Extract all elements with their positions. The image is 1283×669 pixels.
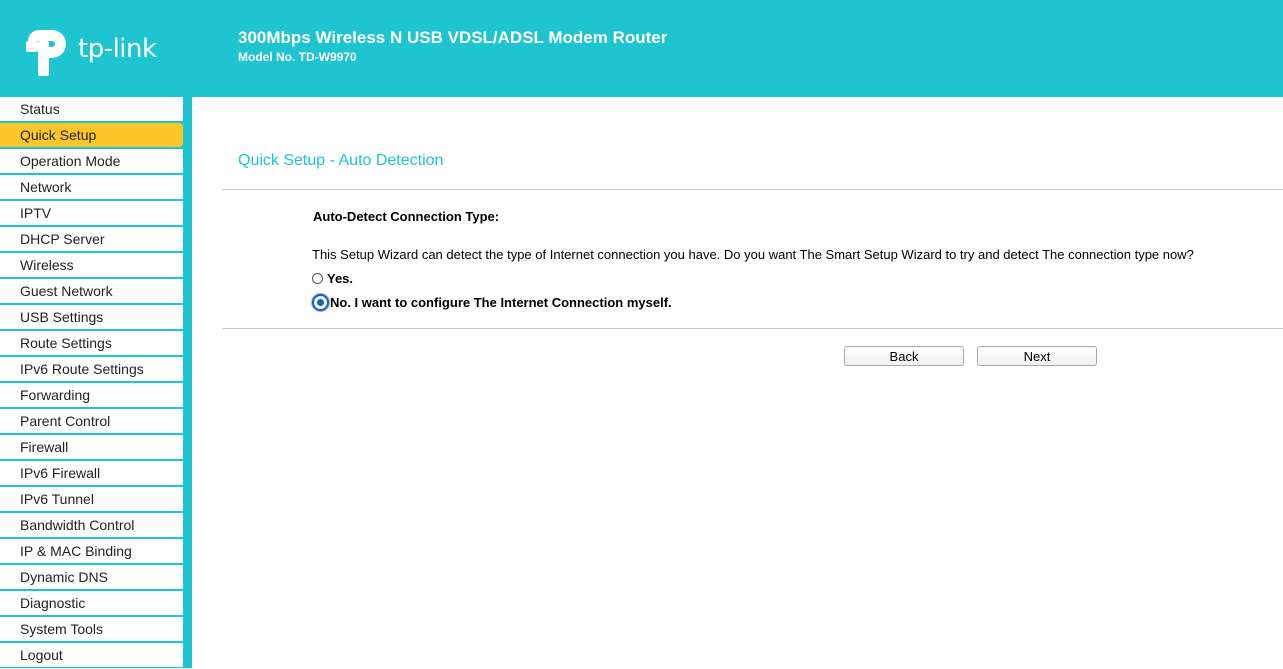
sidebar-item-iptv[interactable]: IPTV [0,201,183,225]
sidebar-item-system-tools[interactable]: System Tools [0,617,183,641]
section-title: Auto-Detect Connection Type: [313,209,500,224]
option-no-row[interactable]: No. I want to configure The Internet Con… [312,294,672,311]
sidebar-item-forwarding[interactable]: Forwarding [0,383,183,407]
sidebar-item-ipv6-firewall[interactable]: IPv6 Firewall [0,461,183,485]
sidebar: Status Quick Setup Operation Mode Networ… [0,97,192,668]
option-yes-label: Yes. [327,271,354,286]
sidebar-item-quick-setup[interactable]: Quick Setup [0,123,183,147]
sidebar-item-ip-mac-binding[interactable]: IP & MAC Binding [0,539,183,563]
description-text: This Setup Wizard can detect the type of… [312,247,1194,262]
divider-bottom [222,328,1283,329]
sidebar-item-ipv6-tunnel[interactable]: IPv6 Tunnel [0,487,183,511]
sidebar-item-ipv6-route-settings[interactable]: IPv6 Route Settings [0,357,183,381]
sidebar-item-guest-network[interactable]: Guest Network [0,279,183,303]
sidebar-item-firewall[interactable]: Firewall [0,435,183,459]
sidebar-item-parent-control[interactable]: Parent Control [0,409,183,433]
model-number: Model No. TD-W9970 [238,50,357,64]
option-no-label: No. I want to configure The Internet Con… [330,295,672,310]
tp-link-logo[interactable]: tp-link [24,27,164,79]
page-title: Quick Setup - Auto Detection [238,152,444,169]
sidebar-item-dhcp-server[interactable]: DHCP Server [0,227,183,251]
option-yes-row[interactable]: Yes. [312,271,353,286]
sidebar-item-wireless[interactable]: Wireless [0,253,183,277]
sidebar-item-status[interactable]: Status [0,97,183,121]
radio-yes[interactable] [312,273,323,284]
tp-link-logo-icon [26,30,66,76]
sidebar-item-logout[interactable]: Logout [0,643,183,667]
sidebar-item-network[interactable]: Network [0,175,183,199]
sidebar-item-bandwidth-control[interactable]: Bandwidth Control [0,513,183,537]
sidebar-item-dynamic-dns[interactable]: Dynamic DNS [0,565,183,589]
sidebar-item-usb-settings[interactable]: USB Settings [0,305,183,329]
sidebar-item-route-settings[interactable]: Route Settings [0,331,183,355]
logo-text: tp-link [78,34,157,64]
back-button[interactable]: Back [844,346,964,366]
next-button[interactable]: Next [977,346,1097,366]
header: tp-link 300Mbps Wireless N USB VDSL/ADSL… [0,0,1283,97]
divider-top [222,189,1283,190]
product-title: 300Mbps Wireless N USB VDSL/ADSL Modem R… [238,28,668,47]
radio-no[interactable] [312,294,329,311]
sidebar-item-diagnostic[interactable]: Diagnostic [0,591,183,615]
sidebar-menu: Status Quick Setup Operation Mode Networ… [0,97,183,669]
sidebar-item-operation-mode[interactable]: Operation Mode [0,149,183,173]
main-content: Quick Setup - Auto Detection Auto-Detect… [192,97,1283,668]
